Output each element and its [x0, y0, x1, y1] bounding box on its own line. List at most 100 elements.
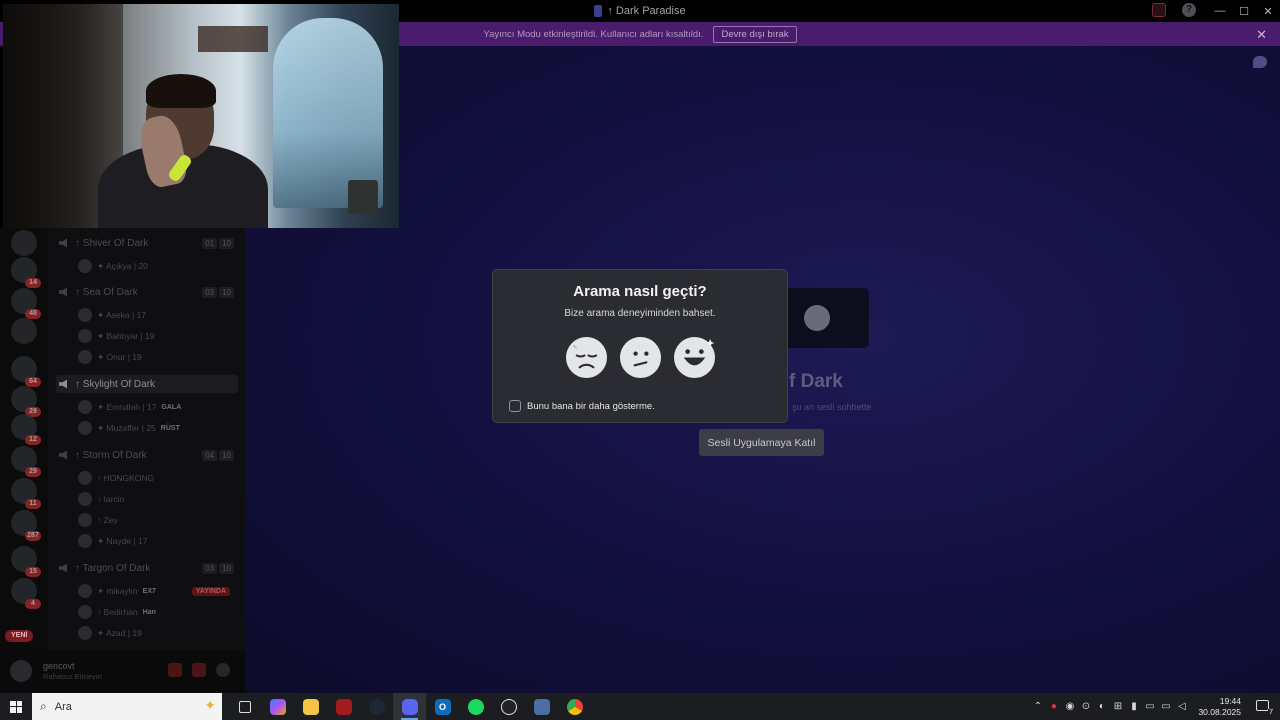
- dont-show-again-option[interactable]: Bunu bana bir daha gösterme.: [509, 400, 655, 412]
- voice-channel-subtitle: şu an sesli sohbette: [792, 402, 872, 412]
- voice-channel[interactable]: ↑ Sea Of Dark 03 10: [56, 283, 238, 301]
- server-icon[interactable]: [11, 318, 37, 344]
- discord-icon: [401, 698, 418, 715]
- app-launcher[interactable]: [525, 693, 558, 720]
- server-icon[interactable]: 15: [11, 546, 41, 577]
- avatar: [78, 350, 92, 364]
- inbox-icon[interactable]: [1152, 3, 1166, 17]
- taskbar: ⌕ Ara ✦ O ⌃ ● ◉ ⊙ ◐ ⊞ ▮ ▭ ▭ ◁ 19:44 30.0…: [0, 693, 1280, 720]
- voice-user[interactable]: ↑ Zey: [78, 512, 238, 528]
- voice-user[interactable]: ↑ Bedirhan Han: [78, 604, 238, 620]
- webcam-scene: [198, 26, 268, 52]
- voice-user[interactable]: ✦ Bahtıyar | 19: [78, 328, 238, 344]
- mention-badge: 11: [25, 499, 41, 509]
- tray-volume-icon[interactable]: ◁: [1176, 701, 1187, 712]
- avatar: [78, 329, 92, 343]
- help-icon[interactable]: ?: [1182, 3, 1196, 17]
- banner-close-icon[interactable]: ✕: [1256, 27, 1267, 43]
- user-tag: RÜST: [160, 424, 180, 432]
- copilot-app[interactable]: [261, 693, 294, 720]
- avatar: [78, 626, 92, 640]
- server-list: 14 48 64 29 12 29 11 287 15 4 YENİ: [0, 228, 48, 693]
- minimize-button[interactable]: —: [1208, 0, 1232, 22]
- window-title-text: ↑ Dark Paradise: [607, 5, 686, 17]
- server-icon[interactable]: 29: [11, 386, 41, 417]
- server-icon[interactable]: 287: [11, 510, 41, 541]
- tray-app-icon[interactable]: ▭: [1144, 701, 1155, 712]
- game-launcher-icon: [335, 698, 352, 715]
- channel-name: ↑ Shiver Of Dark: [75, 237, 149, 249]
- voice-channel[interactable]: ↑ Storm Of Dark 04 10: [56, 446, 238, 464]
- tray-app-icon[interactable]: ◐: [1096, 701, 1107, 712]
- task-view-button[interactable]: [228, 693, 261, 720]
- server-icon[interactable]: 14: [11, 257, 41, 288]
- game-app[interactable]: [327, 693, 360, 720]
- steam-app[interactable]: [360, 693, 393, 720]
- mention-badge: 29: [25, 467, 41, 477]
- voice-user[interactable]: ✦ Emrullah | 17 GALA: [78, 399, 238, 415]
- server-icon[interactable]: 11: [11, 478, 41, 509]
- voice-user[interactable]: ✦ Nayde | 17: [78, 533, 238, 549]
- discord-app[interactable]: [393, 693, 426, 720]
- tray-overflow-icon[interactable]: ⌃: [1032, 701, 1043, 712]
- mention-badge: 12: [25, 435, 41, 445]
- server-icon[interactable]: 48: [11, 288, 41, 319]
- mute-mic-icon[interactable]: [168, 663, 182, 677]
- rating-neutral-button[interactable]: [619, 336, 662, 379]
- chat-icon[interactable]: [1253, 56, 1267, 68]
- live-badge: YAYINDA: [191, 586, 230, 596]
- user-status: Rahatsız Etmeyin: [43, 672, 102, 681]
- tray-microphone-icon[interactable]: ▮: [1128, 701, 1139, 712]
- voice-user[interactable]: ✦ Azad | 19: [78, 625, 238, 641]
- outlook-app[interactable]: O: [426, 693, 459, 720]
- deafen-icon[interactable]: [192, 663, 206, 677]
- tray-app-icon[interactable]: ●: [1048, 701, 1059, 712]
- tray-network-icon[interactable]: ▭: [1160, 701, 1171, 712]
- server-icon[interactable]: 4: [11, 578, 41, 609]
- spotify-app[interactable]: [459, 693, 492, 720]
- rating-bad-button[interactable]: [565, 336, 608, 379]
- notification-center-button[interactable]: 7: [1256, 699, 1274, 716]
- start-button[interactable]: [0, 693, 32, 720]
- close-button[interactable]: ✕: [1256, 0, 1280, 22]
- voice-channel-active[interactable]: ↑ Skylight Of Dark: [56, 375, 238, 393]
- taskbar-search[interactable]: ⌕ Ara ✦: [32, 693, 222, 720]
- voice-channel[interactable]: ↑ Shiver Of Dark 01 10: [56, 234, 238, 252]
- server-icon[interactable]: 12: [11, 414, 41, 445]
- voice-channel[interactable]: ↑ Targon Of Dark 03 10: [56, 559, 238, 577]
- voice-user[interactable]: ✦ Açıkya | 20: [78, 258, 238, 274]
- banner-text: Yayıncı Modu etkinleştirildi. Kullanıcı …: [483, 28, 704, 40]
- disable-streamer-mode-button[interactable]: Devre dışı bırak: [713, 25, 797, 43]
- voice-user[interactable]: ✦ Onur | 19: [78, 349, 238, 365]
- voice-user[interactable]: ↑ tarcio: [78, 491, 238, 507]
- rating-good-button[interactable]: [673, 336, 716, 379]
- clock-date: 30.08.2025: [1198, 706, 1241, 717]
- tray-app-icon[interactable]: ⊞: [1112, 701, 1123, 712]
- chrome-app[interactable]: [558, 693, 591, 720]
- voice-user[interactable]: ↑ HONGKONG: [78, 470, 238, 486]
- new-pill[interactable]: YENİ: [5, 630, 34, 642]
- avatar: [78, 584, 92, 598]
- file-explorer-app[interactable]: [294, 693, 327, 720]
- rating-options: [565, 336, 716, 379]
- settings-gear-icon[interactable]: [216, 663, 230, 677]
- server-icon[interactable]: [11, 230, 37, 256]
- voice-user[interactable]: ✦ Muzaffer | 25 RÜST: [78, 420, 238, 436]
- clock[interactable]: 19:44 30.08.2025: [1198, 696, 1241, 718]
- dont-show-again-label[interactable]: Bunu bana bir daha gösterme.: [527, 401, 655, 412]
- server-icon[interactable]: 29: [11, 446, 41, 477]
- tray-app-icon[interactable]: ⊙: [1080, 701, 1091, 712]
- join-voice-button[interactable]: Sesli Uygulamaya Katıl: [699, 429, 824, 456]
- dont-show-again-checkbox[interactable]: [509, 400, 521, 412]
- obs-app[interactable]: [492, 693, 525, 720]
- server-icon[interactable]: 64: [11, 356, 41, 387]
- happy-face-icon: [673, 336, 716, 379]
- voice-user[interactable]: ✦ mikaylın EX7 YAYINDA: [78, 583, 238, 599]
- windows-icon: [10, 700, 22, 713]
- avatar[interactable]: [10, 660, 32, 682]
- tray-steam-icon[interactable]: ◉: [1064, 701, 1075, 712]
- avatar: [78, 421, 92, 435]
- notification-icon: [1256, 699, 1269, 711]
- voice-user[interactable]: ✦ Aseka | 17: [78, 307, 238, 323]
- maximize-button[interactable]: ☐: [1232, 0, 1256, 22]
